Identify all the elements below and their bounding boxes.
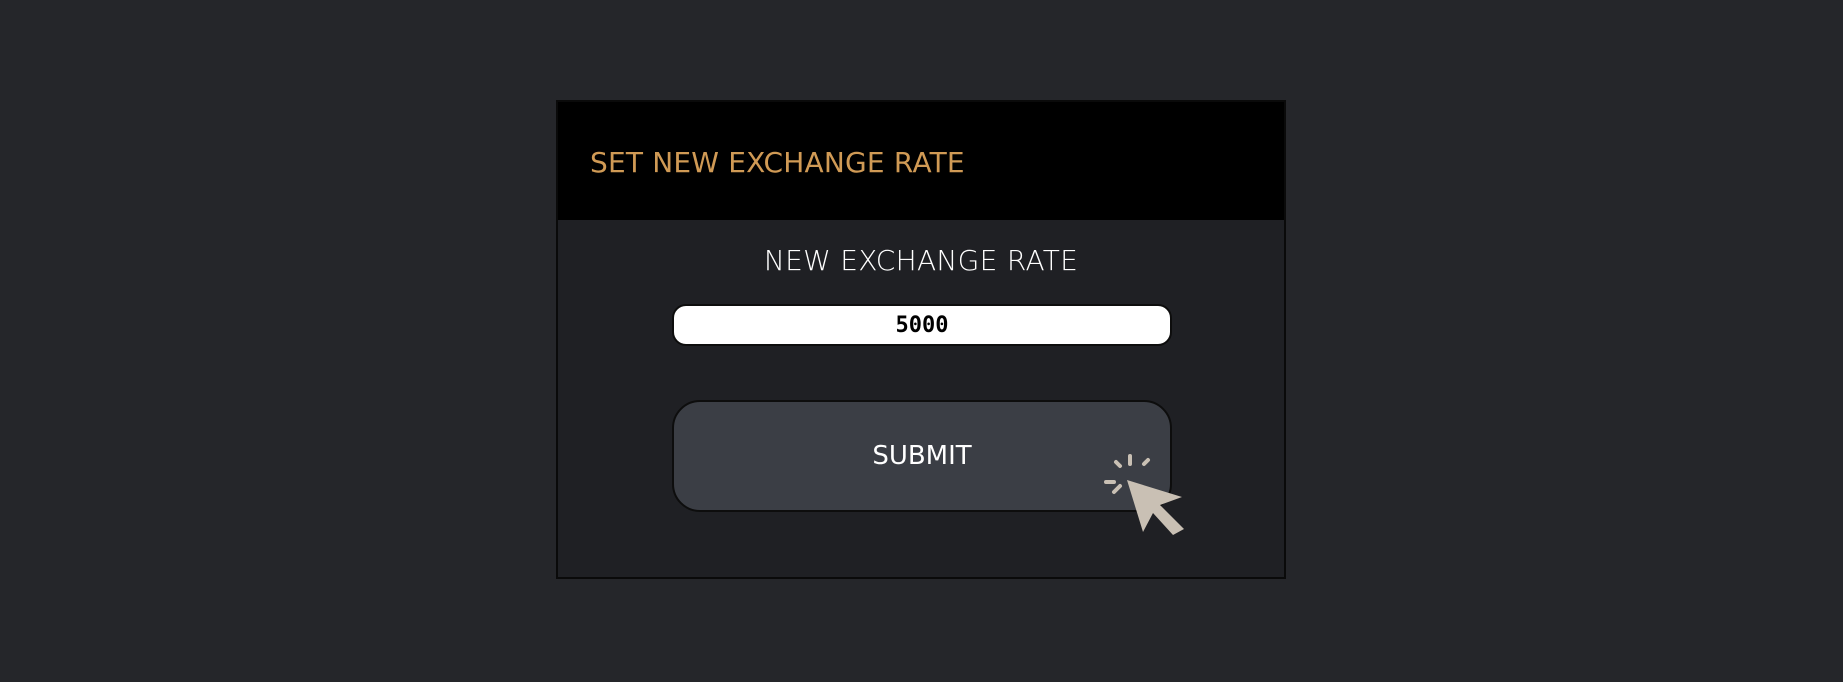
submit-button[interactable]: SUBMIT xyxy=(672,400,1172,512)
exchange-rate-input[interactable] xyxy=(672,304,1172,346)
dialog-title: SET NEW EXCHANGE RATE xyxy=(590,146,965,179)
dialog-header: SET NEW EXCHANGE RATE xyxy=(558,102,1284,220)
exchange-rate-label: NEW EXCHANGE RATE xyxy=(763,244,1079,277)
exchange-rate-dialog: SET NEW EXCHANGE RATE NEW EXCHANGE RATE … xyxy=(556,100,1286,579)
